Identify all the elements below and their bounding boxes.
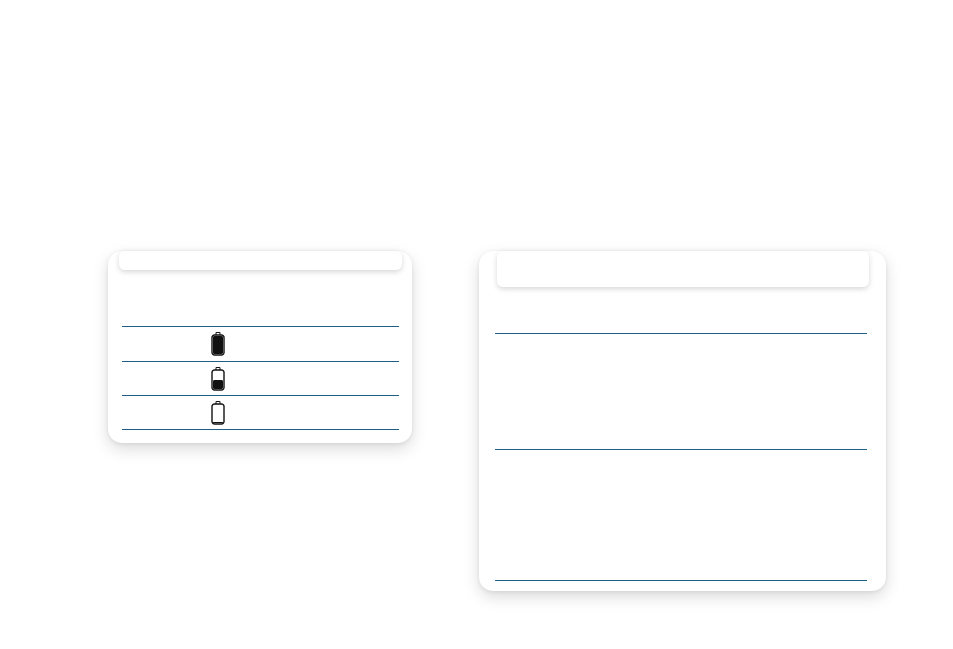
battery-row [122, 396, 399, 430]
divider [122, 429, 399, 430]
divider [495, 580, 867, 581]
battery-row [122, 327, 399, 361]
detail-section [495, 457, 867, 571]
battery-card-subtitle [122, 281, 399, 321]
battery-empty-icon [211, 401, 225, 425]
battery-status-card [108, 251, 412, 443]
detail-card [479, 251, 886, 591]
battery-half-icon [211, 367, 225, 391]
divider [495, 449, 867, 450]
battery-full-icon [211, 332, 225, 356]
detail-card-header [497, 251, 869, 287]
battery-row [122, 362, 399, 396]
detail-section [495, 341, 867, 441]
divider [495, 333, 867, 334]
battery-card-header [119, 251, 402, 270]
